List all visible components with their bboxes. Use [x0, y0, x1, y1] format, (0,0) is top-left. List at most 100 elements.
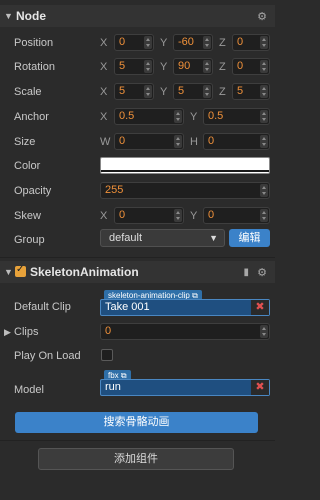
component-enabled-checkbox[interactable] — [15, 264, 26, 277]
opacity-value: 255 — [105, 184, 124, 196]
stepper-icon[interactable] — [260, 110, 268, 123]
position-y-field[interactable]: -60 — [173, 34, 213, 51]
collapse-caret-icon[interactable]: ▼ — [4, 267, 13, 277]
gear-icon[interactable]: ⚙ — [257, 10, 267, 23]
scale-y-axis: Y — [160, 86, 168, 98]
clear-icon[interactable]: ✖ — [251, 380, 269, 395]
rotation-x-field[interactable]: 5 — [114, 58, 154, 75]
model-label: Model — [14, 384, 44, 396]
gear-icon[interactable]: ⚙ — [257, 266, 267, 279]
clips-count-value: 0 — [105, 325, 112, 337]
size-h-field[interactable]: 0 — [203, 133, 270, 150]
skew-x-field[interactable]: 0 — [114, 207, 184, 224]
skew-y-axis: Y — [190, 210, 198, 222]
stepper-icon[interactable] — [144, 60, 152, 73]
section-divider — [0, 440, 275, 441]
rotation-y-value: 90 — [178, 60, 191, 72]
model-asset-field[interactable]: run ✖ — [100, 379, 270, 396]
scale-z-axis: Z — [219, 86, 226, 98]
position-x-value: 0 — [119, 36, 126, 48]
stepper-icon[interactable] — [260, 209, 268, 222]
scale-y-field[interactable]: 5 — [173, 83, 213, 100]
anchor-x-value: 0.5 — [119, 110, 135, 122]
stepper-icon[interactable] — [144, 36, 152, 49]
skew-y-value: 0 — [208, 209, 215, 221]
model-value: run — [105, 381, 121, 393]
scale-x-axis: X — [100, 86, 108, 98]
scale-y-value: 5 — [178, 85, 185, 97]
rotation-x-value: 5 — [119, 60, 126, 72]
stepper-icon[interactable] — [260, 135, 268, 148]
dropdown-arrow-icon: ▼ — [209, 233, 218, 243]
stepper-icon[interactable] — [203, 36, 211, 49]
stepper-icon[interactable] — [260, 325, 268, 338]
anchor-y-field[interactable]: 0.5 — [203, 108, 270, 125]
skeleton-section-header[interactable]: ▼ SkeletonAnimation ▮ ⚙ — [0, 261, 275, 283]
skeleton-section-title: SkeletonAnimation — [30, 265, 139, 279]
color-label: Color — [14, 160, 41, 172]
stepper-icon[interactable] — [203, 85, 211, 98]
clear-icon[interactable]: ✖ — [251, 300, 269, 315]
rotation-y-axis: Y — [160, 61, 168, 73]
stepper-icon[interactable] — [260, 184, 268, 197]
rotation-label: Rotation — [14, 61, 55, 73]
anchor-label: Anchor — [14, 111, 49, 123]
stepper-icon[interactable] — [260, 36, 268, 49]
stepper-icon[interactable] — [174, 110, 182, 123]
size-w-axis: W — [100, 136, 111, 148]
position-label: Position — [14, 37, 54, 49]
scale-label: Scale — [14, 86, 42, 98]
default-clip-asset-field[interactable]: Take 001 ✖ — [100, 299, 270, 316]
stepper-icon[interactable] — [174, 209, 182, 222]
color-picker-swatch[interactable] — [100, 157, 270, 174]
play-on-load-checkbox[interactable] — [101, 349, 113, 361]
stepper-icon[interactable] — [144, 85, 152, 98]
stepper-icon[interactable] — [260, 60, 268, 73]
group-select-value: default — [109, 232, 143, 244]
group-select[interactable]: default ▼ — [100, 229, 225, 247]
opacity-field[interactable]: 255 — [100, 182, 270, 199]
help-book-icon[interactable]: ▮ — [243, 267, 249, 278]
position-y-value: -60 — [178, 36, 194, 48]
collapse-caret-icon[interactable]: ▼ — [4, 11, 13, 21]
rotation-z-field[interactable]: 0 — [232, 58, 270, 75]
position-x-field[interactable]: 0 — [114, 34, 154, 51]
scale-z-value: 5 — [237, 85, 244, 97]
scale-x-value: 5 — [119, 85, 126, 97]
stepper-icon[interactable] — [174, 135, 182, 148]
skew-y-field[interactable]: 0 — [203, 207, 270, 224]
position-y-axis: Y — [160, 37, 168, 49]
section-divider — [0, 257, 275, 258]
skew-label: Skew — [14, 210, 41, 222]
position-z-field[interactable]: 0 — [232, 34, 270, 51]
default-clip-label: Default Clip — [14, 301, 71, 313]
size-h-value: 0 — [208, 135, 215, 147]
node-section-title: Node — [16, 9, 46, 23]
skew-x-axis: X — [100, 210, 108, 222]
group-edit-button[interactable]: 编辑 — [229, 229, 270, 247]
clips-expand-caret-icon[interactable]: ▶ — [4, 327, 11, 338]
size-label: Size — [14, 136, 36, 148]
anchor-y-value: 0.5 — [208, 110, 224, 122]
rotation-y-field[interactable]: 90 — [173, 58, 213, 75]
node-section-header[interactable]: ▼ Node ⚙ — [0, 5, 275, 27]
position-z-axis: Z — [219, 37, 226, 49]
default-clip-value: Take 001 — [105, 301, 150, 313]
opacity-label: Opacity — [14, 185, 52, 197]
scale-x-field[interactable]: 5 — [114, 83, 154, 100]
clips-label: Clips — [14, 326, 39, 338]
search-skeleton-animation-button[interactable]: 搜索骨骼动画 — [15, 412, 258, 433]
stepper-icon[interactable] — [260, 85, 268, 98]
clips-count-field[interactable]: 0 — [100, 323, 270, 340]
group-label: Group — [14, 234, 45, 246]
rotation-x-axis: X — [100, 61, 108, 73]
position-z-value: 0 — [237, 36, 244, 48]
anchor-x-axis: X — [100, 111, 108, 123]
stepper-icon[interactable] — [203, 60, 211, 73]
anchor-x-field[interactable]: 0.5 — [114, 108, 184, 125]
scale-z-field[interactable]: 5 — [232, 83, 270, 100]
size-w-value: 0 — [119, 135, 126, 147]
size-h-axis: H — [190, 136, 198, 148]
add-component-button[interactable]: 添加组件 — [38, 448, 234, 470]
size-w-field[interactable]: 0 — [114, 133, 184, 150]
